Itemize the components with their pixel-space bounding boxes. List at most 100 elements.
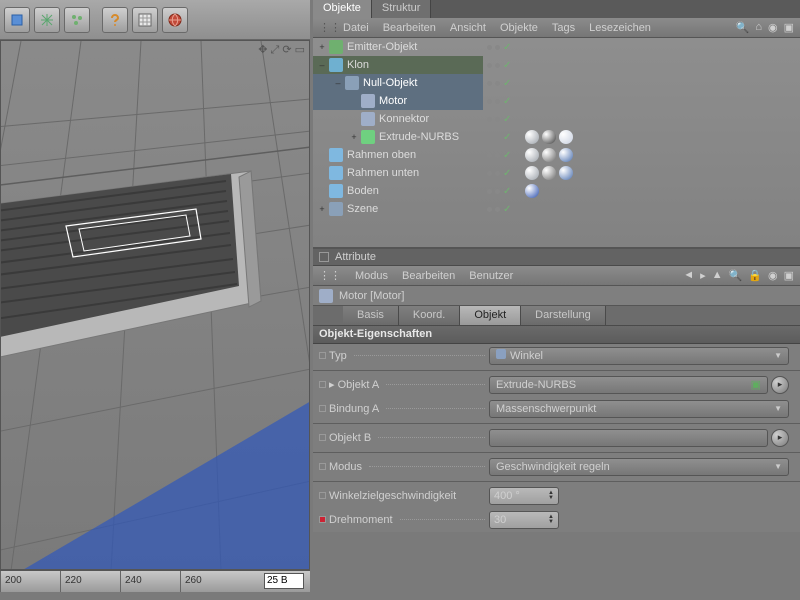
tag-row[interactable] (525, 146, 573, 164)
expand-icon[interactable]: + (349, 132, 359, 142)
tag-icon[interactable] (559, 166, 573, 180)
tag-row[interactable] (525, 56, 573, 74)
tree-row[interactable]: Motor (313, 92, 483, 110)
home-icon[interactable]: ⌂ (755, 21, 762, 34)
tree-row[interactable]: Boden (313, 182, 483, 200)
expand-icon[interactable]: + (317, 204, 327, 214)
tree-row[interactable]: Rahmen oben (313, 146, 483, 164)
tag-icon[interactable] (542, 148, 556, 162)
tree-row[interactable]: –Null-Objekt (313, 74, 483, 92)
visibility-toggles[interactable]: ✓ (483, 200, 523, 218)
tool-help-icon[interactable] (102, 7, 128, 33)
new-icon[interactable]: ◉ (768, 269, 778, 282)
visibility-toggles[interactable]: ✓ (483, 110, 523, 128)
tree-row[interactable]: +Szene (313, 200, 483, 218)
expand-icon[interactable]: + (317, 42, 327, 52)
tag-icon[interactable] (525, 148, 539, 162)
subtab-basis[interactable]: Basis (343, 306, 399, 325)
search-icon[interactable]: 🔍 (729, 269, 743, 282)
prop-wvel-field[interactable]: 400 °▲▼ (489, 487, 559, 505)
visibility-toggles[interactable]: ✓ (483, 182, 523, 200)
attr-menubar: ⋮⋮ Modus Bearbeiten Benutzer ◄ ▸ ▲ 🔍 🔒 ◉… (313, 266, 800, 286)
menu-bearbeiten[interactable]: Bearbeiten (383, 22, 436, 34)
menu-ansicht[interactable]: Ansicht (450, 22, 486, 34)
nav-fwd-icon[interactable]: ▸ (700, 269, 706, 282)
tree-row[interactable]: +Extrude-NURBS (313, 128, 483, 146)
prop-typ-dropdown[interactable]: Winkel▼ (489, 347, 789, 365)
ruler-frame-field[interactable]: 25 B (264, 573, 304, 589)
tool-snap-icon[interactable] (34, 7, 60, 33)
menu-objekte[interactable]: Objekte (500, 22, 538, 34)
prop-bindA-dropdown[interactable]: Massenschwerpunkt▼ (489, 400, 789, 418)
nav-up-icon[interactable]: ▲ (712, 269, 723, 282)
pick-button[interactable]: ▸ (771, 429, 789, 447)
eye-icon[interactable]: ◉ (768, 21, 778, 34)
visibility-toggles[interactable]: ✓ (483, 92, 523, 110)
prop-torque-field[interactable]: 30▲▼ (489, 511, 559, 529)
menu-tags[interactable]: Tags (552, 22, 575, 34)
viewport-nav-icons[interactable]: ✥ ⤢ ⟳ ▭ (258, 43, 305, 57)
visibility-toggles[interactable]: ✓ (483, 128, 523, 146)
tree-row[interactable]: –Klon (313, 56, 483, 74)
plus-icon[interactable]: ▣ (784, 269, 794, 282)
tag-row[interactable] (525, 74, 573, 92)
visibility-toggles[interactable]: ✓ (483, 38, 523, 56)
link-icon[interactable]: ▣ (751, 378, 761, 391)
visibility-toggles[interactable]: ✓ (483, 146, 523, 164)
tool-cube-icon[interactable] (4, 7, 30, 33)
tab-struktur[interactable]: Struktur (372, 0, 432, 18)
attr-checkbox[interactable] (319, 252, 329, 262)
prop-bindA-label: Bindung A (329, 403, 379, 415)
expand-icon[interactable]: – (333, 78, 343, 88)
tag-icon[interactable] (525, 130, 539, 144)
tree-row[interactable]: Rahmen unten (313, 164, 483, 182)
viewport-3d[interactable]: ✥ ⤢ ⟳ ▭ (0, 40, 310, 570)
tag-row[interactable] (525, 128, 573, 146)
tab-objekte[interactable]: Objekte (313, 0, 372, 18)
tag-row[interactable] (525, 92, 573, 110)
tag-icon[interactable] (542, 130, 556, 144)
attr-header: Attribute (313, 248, 800, 266)
attr-menu-modus[interactable]: Modus (355, 270, 388, 282)
attr-menu-benutzer[interactable]: Benutzer (469, 270, 513, 282)
tag-row[interactable] (525, 110, 573, 128)
menu-lesezeichen[interactable]: Lesezeichen (589, 22, 651, 34)
tag-row[interactable] (525, 182, 573, 200)
prop-objA-label: ▸ Objekt A (329, 378, 379, 391)
search-icon[interactable]: 🔍 (736, 21, 750, 34)
visibility-toggles[interactable]: ✓ (483, 56, 523, 74)
tool-sheet-icon[interactable] (132, 7, 158, 33)
prop-modus-dropdown[interactable]: Geschwindigkeit regeln▼ (489, 458, 789, 476)
subtab-darstellung[interactable]: Darstellung (521, 306, 606, 325)
pick-button[interactable]: ▸ (771, 376, 789, 394)
object-tree[interactable]: +Emitter-Objekt–Klon–Null-ObjektMotorKon… (313, 38, 800, 248)
tree-row[interactable]: Konnektor (313, 110, 483, 128)
tag-icon[interactable] (525, 166, 539, 180)
menu-datei[interactable]: Datei (343, 22, 369, 34)
subtab-koord[interactable]: Koord. (399, 306, 460, 325)
visibility-toggles[interactable]: ✓ (483, 164, 523, 182)
object-icon (329, 166, 343, 180)
plus-icon[interactable]: ▣ (784, 21, 794, 34)
expand-icon[interactable]: – (317, 60, 327, 70)
attr-menu-bearbeiten[interactable]: Bearbeiten (402, 270, 455, 282)
prop-objA-field[interactable]: Extrude-NURBS▣ (489, 376, 768, 394)
tool-particles-icon[interactable] (64, 7, 90, 33)
tag-row[interactable] (525, 38, 573, 56)
attr-subtabs: Basis Koord. Objekt Darstellung (313, 306, 800, 326)
prop-objB-field[interactable] (489, 429, 768, 447)
timeline-ruler[interactable]: 200 220 240 260 25 B (0, 570, 310, 592)
lock-icon[interactable]: 🔒 (748, 269, 762, 282)
tag-row[interactable] (525, 164, 573, 182)
tag-icon[interactable] (542, 166, 556, 180)
visibility-toggles[interactable]: ✓ (483, 74, 523, 92)
tree-row[interactable]: +Emitter-Objekt (313, 38, 483, 56)
nav-back-icon[interactable]: ◄ (683, 269, 694, 282)
tag-icon[interactable] (525, 184, 539, 198)
subtab-objekt[interactable]: Objekt (460, 306, 521, 325)
tag-icon[interactable] (559, 148, 573, 162)
tag-row[interactable] (525, 200, 573, 218)
prop-objB-label: Objekt B (329, 432, 371, 444)
tag-icon[interactable] (559, 130, 573, 144)
tool-globe-icon[interactable] (162, 7, 188, 33)
